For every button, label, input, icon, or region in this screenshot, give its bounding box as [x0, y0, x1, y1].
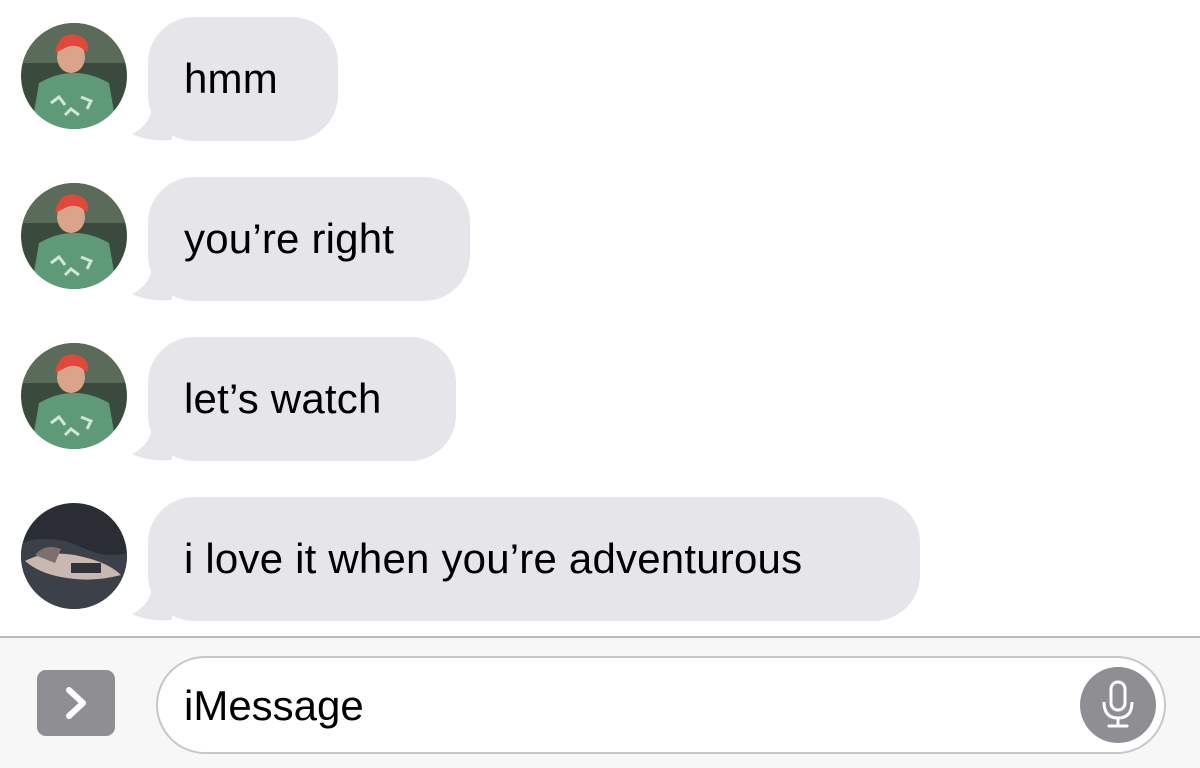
imessage-input[interactable]: iMessage: [156, 656, 1166, 754]
received-message-bubble[interactable]: you’re right: [148, 177, 470, 301]
message-text: i love it when you’re adventurous: [184, 535, 803, 582]
avatar-dark-icon[interactable]: [21, 503, 127, 609]
received-message-bubble[interactable]: let’s watch: [148, 337, 456, 461]
dictation-button[interactable]: [1080, 667, 1156, 743]
received-message-bubble[interactable]: hmm: [148, 17, 338, 141]
compose-bar: iMessage: [0, 636, 1200, 768]
avatar-red-hair-icon[interactable]: [21, 183, 127, 289]
avatar-red-hair-icon[interactable]: [21, 343, 127, 449]
avatar-red-hair-icon[interactable]: [21, 23, 127, 129]
message-row: you’re right: [0, 162, 1200, 301]
received-message-bubble[interactable]: i love it when you’re adventurous: [148, 497, 920, 621]
message-input-placeholder: iMessage: [184, 682, 364, 729]
message-row: i love it when you’re adventurous: [0, 482, 1200, 621]
message-row: hmm: [0, 2, 1200, 141]
chevron-right-icon: [66, 687, 86, 719]
microphone-icon: [1102, 680, 1134, 728]
message-row: let’s watch: [0, 322, 1200, 461]
message-thread[interactable]: hmm you’re right let’s watch i love it w…: [0, 0, 1200, 636]
apps-expand-button[interactable]: [37, 670, 115, 736]
message-text: hmm: [184, 55, 278, 102]
message-text: let’s watch: [184, 375, 382, 422]
imessage-screen: hmm you’re right let’s watch i love it w…: [0, 0, 1200, 768]
message-text: you’re right: [184, 215, 395, 262]
